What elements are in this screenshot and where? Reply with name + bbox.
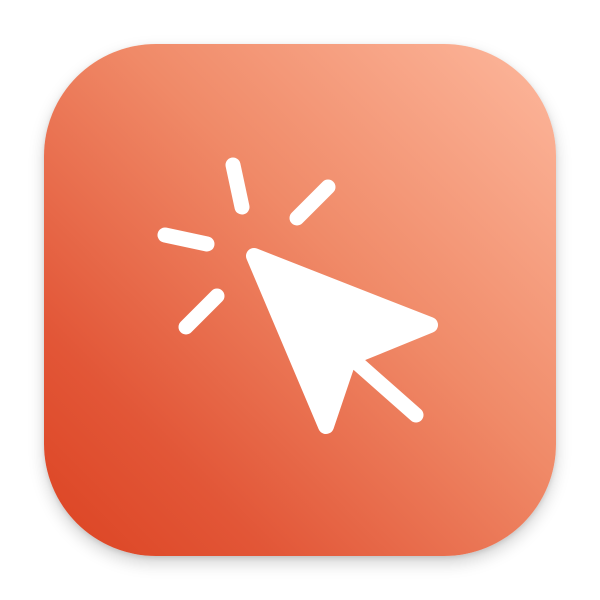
click-ray-top-right bbox=[289, 179, 336, 226]
click-ray-bottom-left bbox=[178, 288, 225, 335]
cursor-tail bbox=[348, 354, 424, 423]
cursor-click-icon bbox=[157, 157, 438, 434]
click-ray-top bbox=[225, 157, 250, 215]
click-ray-left bbox=[157, 227, 215, 252]
canvas bbox=[0, 0, 600, 600]
app-icon[interactable] bbox=[44, 44, 556, 556]
